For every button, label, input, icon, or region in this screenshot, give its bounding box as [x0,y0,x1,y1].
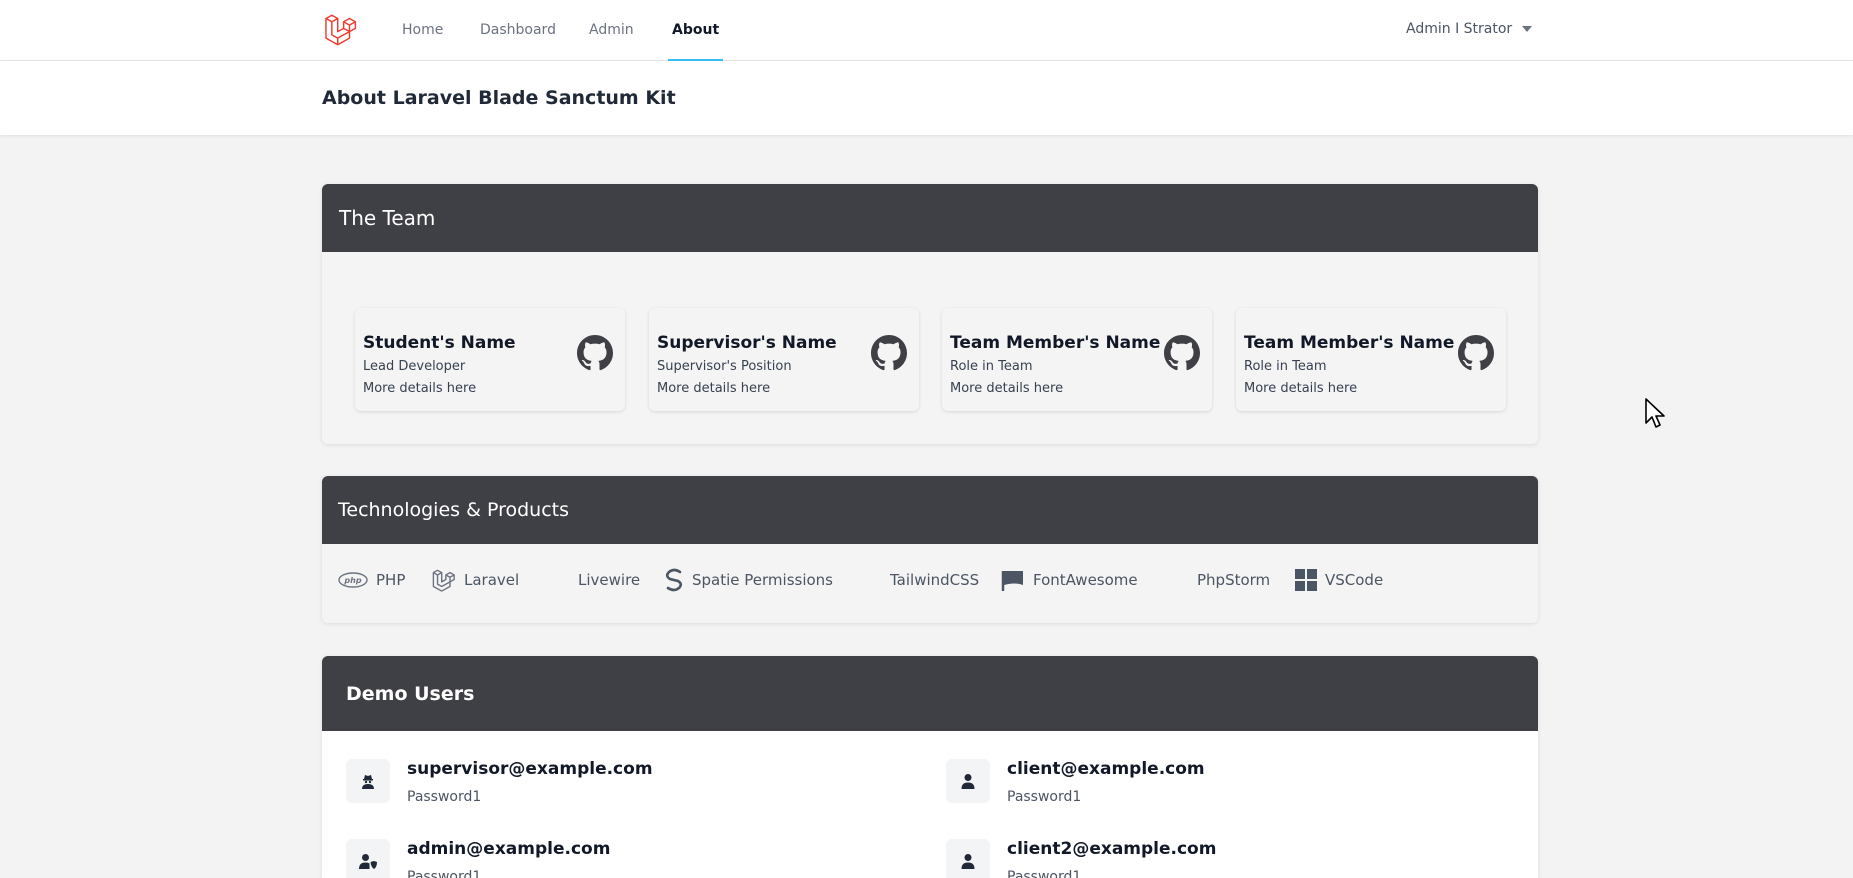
github-icon[interactable] [1164,335,1200,371]
tech-label: FontAwesome [1033,571,1138,589]
user-icon [946,839,990,878]
team-card: Student's Name Lead Developer More detai… [355,308,625,411]
demo-user-password: Password1 [407,789,482,805]
github-icon[interactable] [1458,335,1494,371]
demo-users-section-header: Demo Users [322,656,1538,732]
nav-about[interactable]: About [668,0,724,61]
tech-item-laravel: Laravel [432,568,519,592]
team-member-name: Team Member's Name [950,333,1161,353]
nav-admin[interactable]: Admin [589,0,634,61]
page-title: About Laravel Blade Sanctum Kit [322,87,676,109]
mouse-cursor-icon [1645,398,1665,428]
tech-label: Spatie Permissions [692,571,833,589]
demo-user-email: client2@example.com [1007,839,1217,859]
user-icon [946,759,990,803]
demo-user-email: admin@example.com [407,839,611,859]
laravel-logo[interactable] [324,12,358,46]
tech-label: Livewire [578,571,641,589]
team-card: Team Member's Name Role in Team More det… [1236,308,1506,411]
php-icon: php [338,572,368,588]
nav-dashboard[interactable]: Dashboard [480,0,556,61]
demo-user-password: Password1 [1007,869,1082,878]
user-menu-label: Admin I Strator [1406,21,1513,37]
team-card: Supervisor's Name Supervisor's Position … [649,308,919,411]
demo-user-email: supervisor@example.com [407,759,653,779]
top-navigation: Home Dashboard Admin About Admin I Strat… [0,0,1853,61]
technologies-section: Technologies & Products [322,476,1538,623]
github-icon[interactable] [577,335,613,371]
team-member-details: More details here [950,381,1064,396]
tech-label: Laravel [464,571,520,589]
team-member-name: Team Member's Name [1244,333,1455,353]
spatie-icon [665,568,683,592]
team-member-role: Supervisor's Position [657,359,792,374]
user-shield-icon [346,839,390,878]
flag-icon [1001,571,1023,591]
technologies-section-header: Technologies & Products [322,476,1538,544]
tech-item-tailwind: TailwindCSS [890,568,979,592]
team-member-name: Supervisor's Name [657,333,837,353]
demo-users-list: supervisor@example.com Password1 client@… [322,731,1538,878]
tech-item-vscode: VSCode [1295,568,1383,592]
demo-user-password: Password1 [407,869,482,878]
user-secret-icon [346,759,390,803]
team-member-details: More details here [1244,381,1358,396]
nav-home[interactable]: Home [402,0,443,61]
page-header: About Laravel Blade Sanctum Kit [0,61,1853,135]
team-member-details: More details here [363,381,477,396]
svg-text:php: php [343,576,361,585]
tech-item-fontawesome: FontAwesome [1001,568,1138,592]
demo-user-password: Password1 [1007,789,1082,805]
team-member-role: Role in Team [1244,359,1327,374]
caret-down-icon [1522,26,1533,32]
tech-label: PHP [376,571,406,589]
demo-user-email: client@example.com [1007,759,1205,779]
demo-user-row: admin@example.com Password1 [346,839,610,878]
team-member-role: Role in Team [950,359,1033,374]
demo-user-row: supervisor@example.com Password1 [346,759,653,805]
tech-label: PhpStorm [1197,571,1271,589]
team-card: Team Member's Name Role in Team More det… [942,308,1212,411]
demo-user-row: client2@example.com Password1 [946,839,1216,878]
tech-label: VSCode [1325,571,1384,589]
team-member-details: More details here [657,381,771,396]
tech-item-php: php PHP [338,568,405,592]
team-member-role: Lead Developer [363,359,466,374]
github-icon[interactable] [871,335,907,371]
demo-user-row: client@example.com Password1 [946,759,1205,805]
windows-icon [1295,569,1317,591]
tech-label: TailwindCSS [890,571,980,589]
tech-item-livewire: Livewire [578,568,640,592]
user-menu[interactable]: Admin I Strator [1406,0,1533,58]
team-member-name: Student's Name [363,333,516,353]
team-section-header: The Team [322,184,1538,252]
laravel-icon [432,569,455,592]
tech-item-phpstorm: PhpStorm [1197,568,1270,592]
tech-item-spatie: Spatie Permissions [664,568,833,592]
